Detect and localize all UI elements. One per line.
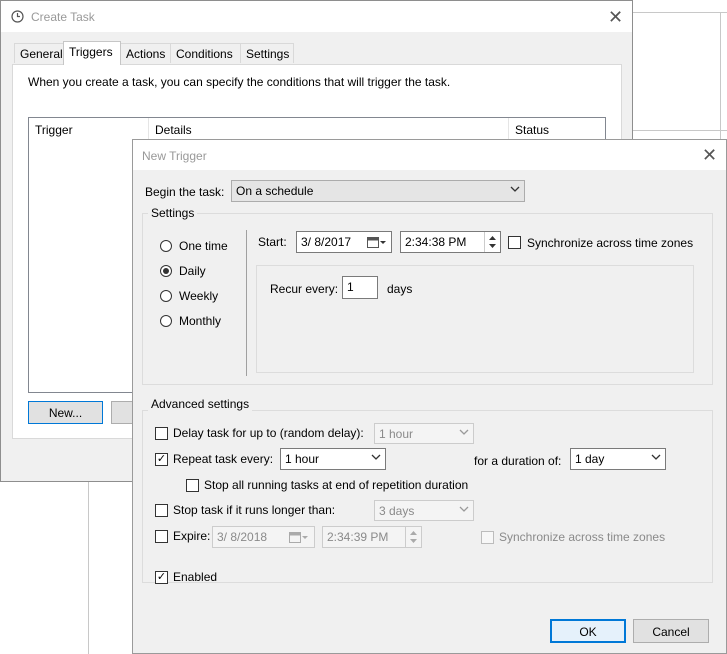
start-time-field[interactable]: 2:34:38 PM bbox=[400, 231, 501, 253]
monthly-radio[interactable] bbox=[160, 315, 172, 327]
column-header-details[interactable]: Details bbox=[155, 123, 192, 137]
enabled-label[interactable]: Enabled bbox=[173, 570, 217, 584]
chevron-down-icon bbox=[371, 454, 381, 460]
start-date-value: 3/ 8/2017 bbox=[301, 235, 352, 249]
duration-label: for a duration of: bbox=[474, 454, 562, 468]
delay-select[interactable]: 1 hour bbox=[374, 423, 474, 444]
repeat-interval-value: 1 hour bbox=[285, 452, 320, 466]
calendar-icon[interactable] bbox=[289, 531, 309, 543]
tab-conditions[interactable]: Conditions bbox=[170, 43, 241, 63]
new-trigger-button[interactable]: New... bbox=[28, 401, 103, 424]
ok-button[interactable]: OK bbox=[550, 619, 626, 643]
stop-if-longer-select[interactable]: 3 days bbox=[374, 500, 474, 521]
start-time-value: 2:34:38 PM bbox=[405, 235, 467, 249]
background-panel bbox=[0, 482, 89, 654]
edit-trigger-button[interactable] bbox=[111, 401, 133, 424]
column-separator bbox=[508, 118, 509, 140]
repeat-task-label[interactable]: Repeat task every: bbox=[173, 452, 273, 466]
begin-task-value: On a schedule bbox=[236, 184, 314, 198]
chevron-down-icon bbox=[459, 506, 469, 512]
sync-timezones-checkbox[interactable] bbox=[508, 236, 521, 249]
time-spinner[interactable] bbox=[405, 527, 421, 547]
chevron-down-icon bbox=[510, 186, 520, 192]
expire-time-value: 2:34:39 PM bbox=[327, 530, 389, 544]
stop-if-longer-checkbox[interactable] bbox=[155, 504, 168, 517]
stop-running-tasks-checkbox[interactable] bbox=[186, 479, 199, 492]
close-icon[interactable]: ✕ bbox=[702, 146, 717, 164]
calendar-icon[interactable] bbox=[367, 236, 387, 248]
recur-unit-label: days bbox=[387, 282, 413, 296]
start-label: Start: bbox=[258, 235, 287, 249]
weekly-label[interactable]: Weekly bbox=[179, 289, 218, 303]
recur-days-input[interactable]: 1 bbox=[342, 276, 378, 299]
expire-checkbox[interactable] bbox=[155, 530, 168, 543]
enabled-checkbox[interactable]: ✓ bbox=[155, 571, 168, 584]
stop-if-longer-label[interactable]: Stop task if it runs longer than: bbox=[173, 503, 335, 517]
daily-radio[interactable] bbox=[160, 265, 172, 277]
begin-task-select[interactable]: On a schedule bbox=[231, 180, 525, 202]
advanced-settings-label: Advanced settings bbox=[148, 397, 253, 411]
recur-every-label: Recur every: bbox=[270, 282, 339, 296]
time-spinner[interactable] bbox=[484, 232, 500, 252]
monthly-label[interactable]: Monthly bbox=[179, 314, 221, 328]
duration-select[interactable]: 1 day bbox=[570, 448, 666, 470]
stop-if-longer-value: 3 days bbox=[379, 504, 415, 518]
daily-label[interactable]: Daily bbox=[179, 264, 206, 278]
column-header-status[interactable]: Status bbox=[515, 123, 549, 137]
delay-task-label[interactable]: Delay task for up to (random delay): bbox=[173, 426, 364, 440]
triggers-description: When you create a task, you can specify … bbox=[28, 75, 451, 89]
column-header-trigger[interactable]: Trigger bbox=[35, 123, 73, 137]
clock-icon bbox=[11, 10, 24, 23]
chevron-down-icon bbox=[459, 429, 469, 435]
tab-triggers[interactable]: Triggers bbox=[63, 41, 121, 65]
expire-sync-label[interactable]: Synchronize across time zones bbox=[499, 530, 665, 544]
expire-label[interactable]: Expire: bbox=[173, 529, 210, 543]
expire-date-picker[interactable]: 3/ 8/2018 bbox=[212, 526, 315, 548]
tab-actions[interactable]: Actions bbox=[120, 43, 171, 63]
close-icon[interactable]: ✕ bbox=[608, 8, 623, 26]
new-trigger-dialog: New Trigger ✕ Begin the task: On a sched… bbox=[132, 139, 727, 654]
cancel-button[interactable]: Cancel bbox=[633, 619, 709, 643]
tab-label: Settings bbox=[246, 47, 290, 61]
tab-label: Conditions bbox=[176, 47, 233, 61]
repeat-interval-select[interactable]: 1 hour bbox=[280, 448, 386, 470]
title-bar: Create Task ✕ bbox=[1, 1, 632, 32]
tab-label: General bbox=[20, 47, 63, 61]
title-bar: New Trigger ✕ bbox=[133, 140, 726, 170]
settings-group-label: Settings bbox=[148, 206, 198, 220]
weekly-radio[interactable] bbox=[160, 290, 172, 302]
expire-sync-checkbox[interactable] bbox=[481, 531, 494, 544]
duration-value: 1 day bbox=[575, 452, 605, 466]
background-divider bbox=[632, 130, 727, 131]
checkmark-icon: ✓ bbox=[156, 571, 167, 583]
background-divider bbox=[632, 12, 727, 13]
expire-date-value: 3/ 8/2018 bbox=[217, 530, 268, 544]
one-time-radio[interactable] bbox=[160, 240, 172, 252]
tab-label: Actions bbox=[126, 47, 166, 61]
column-separator bbox=[148, 118, 149, 140]
settings-divider bbox=[246, 230, 247, 376]
start-date-picker[interactable]: 3/ 8/2017 bbox=[296, 231, 392, 253]
delay-task-checkbox[interactable] bbox=[155, 427, 168, 440]
begin-task-label: Begin the task: bbox=[145, 185, 225, 199]
one-time-label[interactable]: One time bbox=[179, 239, 228, 253]
tab-general[interactable]: General bbox=[14, 43, 64, 63]
sync-timezones-label[interactable]: Synchronize across time zones bbox=[527, 236, 693, 250]
chevron-down-icon bbox=[651, 454, 661, 460]
window-title: Create Task bbox=[31, 10, 95, 24]
tab-label: Triggers bbox=[69, 45, 113, 59]
checkmark-icon: ✓ bbox=[156, 453, 167, 465]
expire-time-field[interactable]: 2:34:39 PM bbox=[322, 526, 422, 548]
repeat-task-checkbox[interactable]: ✓ bbox=[155, 453, 168, 466]
dialog-title: New Trigger bbox=[142, 149, 207, 163]
stop-running-tasks-label[interactable]: Stop all running tasks at end of repetit… bbox=[204, 478, 468, 492]
spinner-arrows-icon bbox=[489, 236, 496, 248]
spinner-arrows-icon bbox=[410, 531, 417, 543]
delay-value: 1 hour bbox=[379, 427, 414, 441]
tab-settings[interactable]: Settings bbox=[240, 43, 294, 63]
